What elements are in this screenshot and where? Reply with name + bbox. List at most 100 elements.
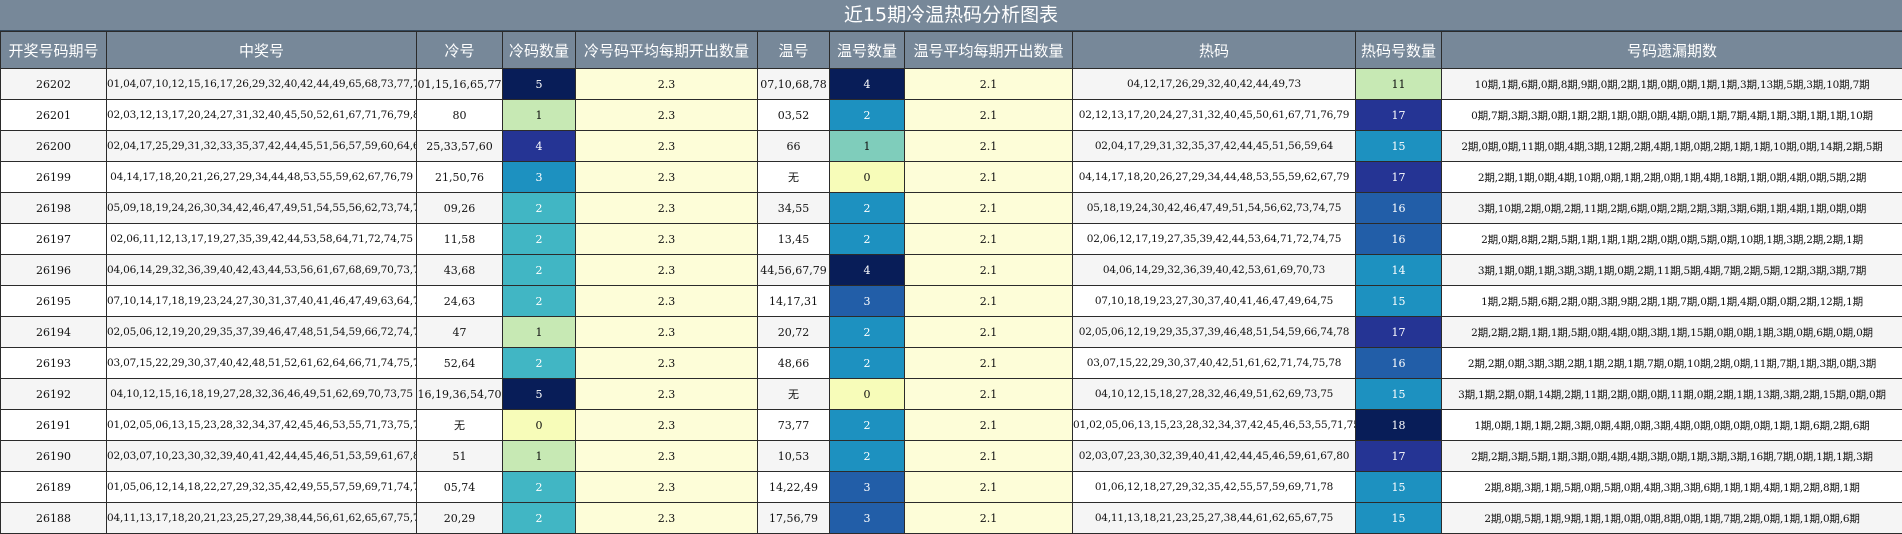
cold-avg-cell: 2.3 — [576, 131, 758, 162]
table-row: 2620002,04,17,25,29,31,32,33,35,37,42,44… — [1, 131, 1902, 162]
warm-numbers-cell: 20,72 — [758, 317, 830, 348]
warm-numbers-cell: 48,66 — [758, 348, 830, 379]
missing-periods-cell: 2期,2期,1期,0期,4期,10期,0期,1期,2期,0期,1期,4期,18期… — [1442, 162, 1902, 193]
table-row: 2619101,02,05,06,13,15,23,28,32,34,37,42… — [1, 410, 1902, 441]
hot-numbers-cell: 02,04,17,29,31,32,35,37,42,44,45,51,56,5… — [1073, 131, 1356, 162]
missing-periods-cell: 2期,2期,2期,1期,1期,5期,0期,4期,0期,3期,1期,15期,0期,… — [1442, 317, 1902, 348]
table-row: 2619805,09,18,19,24,26,30,34,42,46,47,49… — [1, 193, 1902, 224]
period-cell: 26202 — [1, 69, 107, 100]
cold-numbers-cell: 47 — [417, 317, 503, 348]
cold-count-cell: 2 — [503, 503, 576, 534]
winning-numbers-cell: 02,05,06,12,19,20,29,35,37,39,46,47,48,5… — [107, 317, 417, 348]
cold-count-cell: 2 — [503, 193, 576, 224]
period-cell: 26189 — [1, 472, 107, 503]
warm-avg-cell: 2.1 — [905, 255, 1073, 286]
warm-numbers-cell: 无 — [758, 162, 830, 193]
cold-count-cell: 2 — [503, 348, 576, 379]
header-cold-avg: 冷号码平均每期开出数量 — [576, 32, 758, 69]
hot-count-cell: 17 — [1356, 100, 1442, 131]
warm-count-cell: 4 — [830, 255, 905, 286]
period-cell: 26201 — [1, 100, 107, 131]
missing-periods-cell: 10期,1期,6期,0期,8期,9期,0期,2期,1期,0期,0期,1期,1期,… — [1442, 69, 1902, 100]
hot-numbers-cell: 02,12,13,17,20,24,27,31,32,40,45,50,61,6… — [1073, 100, 1356, 131]
winning-numbers-cell: 03,07,15,22,29,30,37,40,42,48,51,52,61,6… — [107, 348, 417, 379]
hot-numbers-cell: 04,10,12,15,18,27,28,32,46,49,51,62,69,7… — [1073, 379, 1356, 410]
hot-numbers-cell: 05,18,19,24,30,42,46,47,49,51,54,56,62,7… — [1073, 193, 1356, 224]
warm-count-cell: 0 — [830, 379, 905, 410]
period-cell: 26198 — [1, 193, 107, 224]
missing-periods-cell: 1期,2期,5期,6期,2期,0期,3期,9期,2期,1期,7期,0期,1期,4… — [1442, 286, 1902, 317]
cold-avg-cell: 2.3 — [576, 410, 758, 441]
hot-count-cell: 15 — [1356, 379, 1442, 410]
period-cell: 26200 — [1, 131, 107, 162]
missing-periods-cell: 0期,7期,3期,3期,0期,1期,2期,1期,0期,0期,4期,0期,1期,7… — [1442, 100, 1902, 131]
table-row: 2619904,14,17,18,20,21,26,27,29,34,44,48… — [1, 162, 1902, 193]
warm-count-cell: 2 — [830, 410, 905, 441]
table-row: 2618901,05,06,12,14,18,22,27,29,32,35,42… — [1, 472, 1902, 503]
warm-avg-cell: 2.1 — [905, 162, 1073, 193]
hot-count-cell: 15 — [1356, 472, 1442, 503]
missing-periods-cell: 3期,10期,2期,0期,2期,11期,2期,6期,0期,2期,2期,3期,3期… — [1442, 193, 1902, 224]
warm-avg-cell: 2.1 — [905, 317, 1073, 348]
cold-numbers-cell: 09,26 — [417, 193, 503, 224]
hot-numbers-cell: 02,03,07,23,30,32,39,40,41,42,44,45,46,5… — [1073, 441, 1356, 472]
period-cell: 26194 — [1, 317, 107, 348]
warm-count-cell: 2 — [830, 348, 905, 379]
header-period: 开奖号码期号 — [1, 32, 107, 69]
table-row: 2619002,03,07,10,23,30,32,39,40,41,42,44… — [1, 441, 1902, 472]
period-cell: 26193 — [1, 348, 107, 379]
cold-count-cell: 2 — [503, 255, 576, 286]
header-cold-count: 冷码数量 — [503, 32, 576, 69]
warm-numbers-cell: 44,56,67,79 — [758, 255, 830, 286]
table-row: 2618804,11,13,17,18,20,21,23,25,27,29,38… — [1, 503, 1902, 534]
winning-numbers-cell: 04,11,13,17,18,20,21,23,25,27,29,38,44,5… — [107, 503, 417, 534]
period-cell: 26197 — [1, 224, 107, 255]
winning-numbers-cell: 02,06,11,12,13,17,19,27,35,39,42,44,53,5… — [107, 224, 417, 255]
warm-numbers-cell: 07,10,68,78 — [758, 69, 830, 100]
header-winning-numbers: 中奖号 — [107, 32, 417, 69]
warm-avg-cell: 2.1 — [905, 100, 1073, 131]
cold-avg-cell: 2.3 — [576, 317, 758, 348]
period-cell: 26188 — [1, 503, 107, 534]
missing-periods-cell: 1期,0期,1期,1期,2期,3期,0期,4期,0期,3期,4期,0期,0期,0… — [1442, 410, 1902, 441]
hot-count-cell: 16 — [1356, 348, 1442, 379]
hot-numbers-cell: 02,06,12,17,19,27,35,39,42,44,53,64,71,7… — [1073, 224, 1356, 255]
missing-periods-cell: 2期,0期,8期,2期,5期,1期,1期,1期,2期,0期,0期,5期,0期,1… — [1442, 224, 1902, 255]
cold-avg-cell: 2.3 — [576, 441, 758, 472]
table-row: 2620201,04,07,10,12,15,16,17,26,29,32,40… — [1, 69, 1902, 100]
warm-avg-cell: 2.1 — [905, 441, 1073, 472]
warm-numbers-cell: 17,56,79 — [758, 503, 830, 534]
winning-numbers-cell: 07,10,14,17,18,19,23,24,27,30,31,37,40,4… — [107, 286, 417, 317]
cold-count-cell: 0 — [503, 410, 576, 441]
winning-numbers-cell: 02,04,17,25,29,31,32,33,35,37,42,44,45,5… — [107, 131, 417, 162]
cold-avg-cell: 2.3 — [576, 69, 758, 100]
table-row: 2620102,03,12,13,17,20,24,27,31,32,40,45… — [1, 100, 1902, 131]
hot-numbers-cell: 04,11,13,18,21,23,25,27,38,44,61,62,65,6… — [1073, 503, 1356, 534]
table-row: 2619702,06,11,12,13,17,19,27,35,39,42,44… — [1, 224, 1902, 255]
hot-numbers-cell: 02,05,06,12,19,29,35,37,39,46,48,51,54,5… — [1073, 317, 1356, 348]
warm-avg-cell: 2.1 — [905, 503, 1073, 534]
cold-count-cell: 1 — [503, 317, 576, 348]
winning-numbers-cell: 04,10,12,15,16,18,19,27,28,32,36,46,49,5… — [107, 379, 417, 410]
cold-avg-cell: 2.3 — [576, 286, 758, 317]
warm-count-cell: 3 — [830, 286, 905, 317]
warm-numbers-cell: 66 — [758, 131, 830, 162]
cold-avg-cell: 2.3 — [576, 224, 758, 255]
header-hot-count: 热码号数量 — [1356, 32, 1442, 69]
warm-avg-cell: 2.1 — [905, 348, 1073, 379]
hot-count-cell: 17 — [1356, 317, 1442, 348]
period-cell: 26199 — [1, 162, 107, 193]
table-row: 2619204,10,12,15,16,18,19,27,28,32,36,46… — [1, 379, 1902, 410]
hot-numbers-cell: 03,07,15,22,29,30,37,40,42,51,61,62,71,7… — [1073, 348, 1356, 379]
cold-avg-cell: 2.3 — [576, 348, 758, 379]
cold-numbers-cell: 52,64 — [417, 348, 503, 379]
table-body: 2620201,04,07,10,12,15,16,17,26,29,32,40… — [1, 69, 1902, 534]
warm-count-cell: 0 — [830, 162, 905, 193]
hot-count-cell: 18 — [1356, 410, 1442, 441]
warm-avg-cell: 2.1 — [905, 69, 1073, 100]
cold-count-cell: 5 — [503, 69, 576, 100]
warm-count-cell: 2 — [830, 441, 905, 472]
warm-numbers-cell: 34,55 — [758, 193, 830, 224]
table-row: 2619402,05,06,12,19,20,29,35,37,39,46,47… — [1, 317, 1902, 348]
missing-periods-cell: 2期,0期,0期,11期,0期,4期,3期,12期,2期,4期,1期,0期,2期… — [1442, 131, 1902, 162]
